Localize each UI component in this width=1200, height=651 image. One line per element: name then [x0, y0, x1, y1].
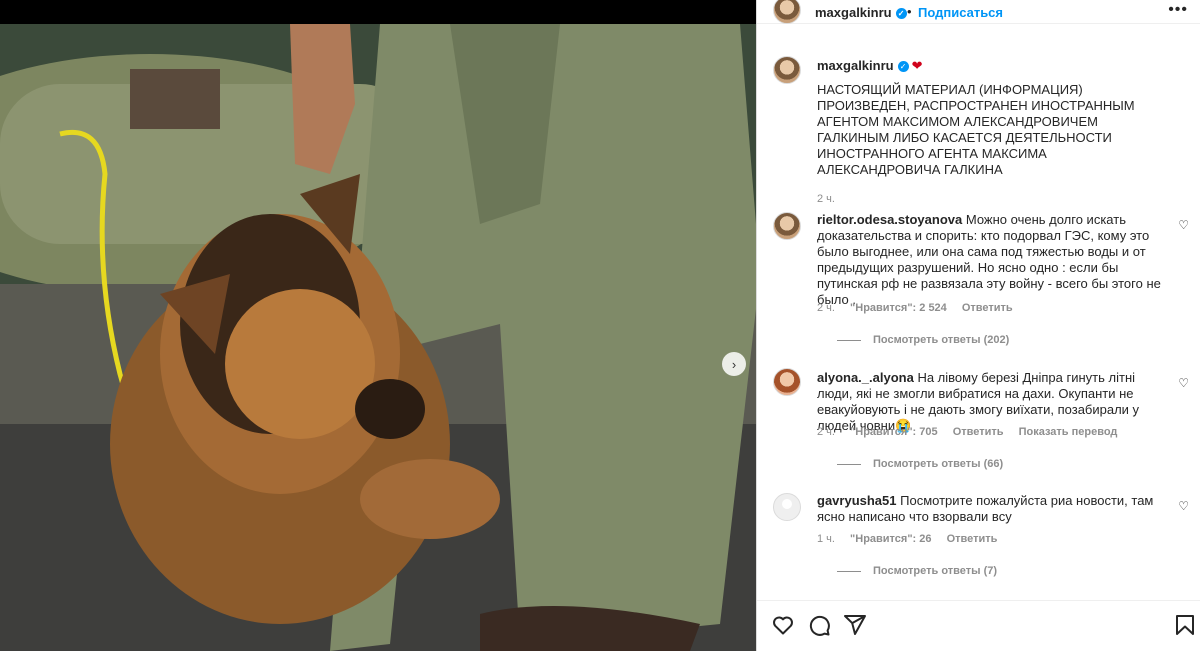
comment-time: 2 ч. [817, 426, 835, 438]
comment-body: alyona._.alyona На лівому березі Дніпра … [817, 370, 1169, 434]
caption-time: 2 ч. [817, 193, 847, 205]
replies-divider-line [837, 463, 861, 465]
view-replies-button[interactable]: Посмотреть ответы (7) [837, 565, 997, 577]
replies-divider-line [837, 570, 861, 572]
comment-like-heart-icon[interactable]: ♡ [1178, 218, 1189, 232]
reply-button[interactable]: Ответить [947, 533, 998, 545]
commenter-avatar[interactable] [773, 493, 801, 521]
view-replies-text[interactable]: Посмотреть ответы (66) [873, 458, 1003, 470]
red-heart-icon: ❤ [911, 58, 923, 73]
view-replies-text[interactable]: Посмотреть ответы (7) [873, 565, 997, 577]
view-replies-text[interactable]: Посмотреть ответы (202) [873, 334, 1009, 346]
caption-text: НАСТОЯЩИЙ МАТЕРИАЛ (ИНФОРМАЦИЯ) ПРОИЗВЕД… [817, 82, 1135, 177]
post-actions-bar [757, 600, 1200, 651]
header-separator: • [907, 4, 912, 19]
comment-meta: 1 ч. "Нравится": 26 Ответить [817, 533, 1009, 545]
save-bookmark-icon[interactable] [1173, 613, 1197, 637]
next-image-button[interactable]: › [722, 352, 746, 376]
post-header: maxgalkinru ✓ • Подписаться ••• [757, 0, 1200, 24]
comment-time: 2 ч. [817, 302, 835, 314]
view-replies-button[interactable]: Посмотреть ответы (66) [837, 458, 1003, 470]
author-username[interactable]: maxgalkinru ✓ [815, 5, 907, 20]
commenter-avatar[interactable] [773, 368, 801, 396]
comment-like-heart-icon[interactable]: ♡ [1178, 499, 1189, 513]
comment-likes-count[interactable]: "Нравится": 2 524 [850, 302, 947, 314]
caption-username[interactable]: maxgalkinru [817, 58, 894, 73]
like-heart-icon[interactable] [771, 613, 795, 637]
comment-bubble-icon[interactable] [807, 613, 831, 637]
show-translation-button[interactable]: Показать перевод [1019, 426, 1118, 438]
post-media: › [0, 0, 756, 651]
replies-divider-line [837, 339, 861, 341]
comment-likes-count[interactable]: "Нравится": 705 [850, 426, 938, 438]
comment-meta: 2 ч. "Нравится": 2 524 Ответить [817, 302, 1025, 314]
comment-username[interactable]: gavryusha51 [817, 493, 897, 508]
caption-body: maxgalkinru ✓ ❤ НАСТОЯЩИЙ МАТЕРИАЛ (ИНФОРМ… [817, 58, 1169, 178]
verified-badge-icon: ✓ [897, 61, 909, 73]
reply-button[interactable]: Ответить [953, 426, 1004, 438]
comments-list[interactable]: maxgalkinru ✓ ❤ НАСТОЯЩИЙ МАТЕРИАЛ (ИНФОРМ… [757, 40, 1200, 600]
share-paper-plane-icon[interactable] [843, 613, 867, 637]
comment-body: rieltor.odesa.stoyanova Можно очень долг… [817, 212, 1169, 308]
comment-meta: 2 ч. "Нравится": 705 Ответить Показать п… [817, 426, 1129, 438]
comment-likes-count[interactable]: "Нравится": 26 [850, 533, 931, 545]
commenter-avatar[interactable] [773, 212, 801, 240]
caption-avatar[interactable] [773, 56, 801, 84]
comment-body: gavryusha51 Посмотрите пожалуйста риа но… [817, 493, 1169, 525]
reply-button[interactable]: Ответить [962, 302, 1013, 314]
view-replies-button[interactable]: Посмотреть ответы (202) [837, 334, 1009, 346]
comment-time: 1 ч. [817, 533, 835, 545]
dog-photo-illustration [0, 24, 756, 651]
author-username-text[interactable]: maxgalkinru [815, 5, 892, 20]
author-avatar[interactable] [773, 0, 801, 24]
post-side-panel: maxgalkinru ✓ • Подписаться ••• maxgalkin… [756, 0, 1200, 651]
caption-time-text: 2 ч. [817, 193, 835, 205]
follow-button[interactable]: Подписаться [918, 5, 1003, 20]
more-options-icon[interactable]: ••• [1168, 1, 1188, 19]
comment-username[interactable]: alyona._.alyona [817, 370, 914, 385]
comment-username[interactable]: rieltor.odesa.stoyanova [817, 212, 962, 227]
post-photo [0, 24, 756, 651]
comment-like-heart-icon[interactable]: ♡ [1178, 376, 1189, 390]
chevron-right-icon: › [731, 356, 737, 372]
verified-badge-icon: ✓ [895, 8, 907, 20]
